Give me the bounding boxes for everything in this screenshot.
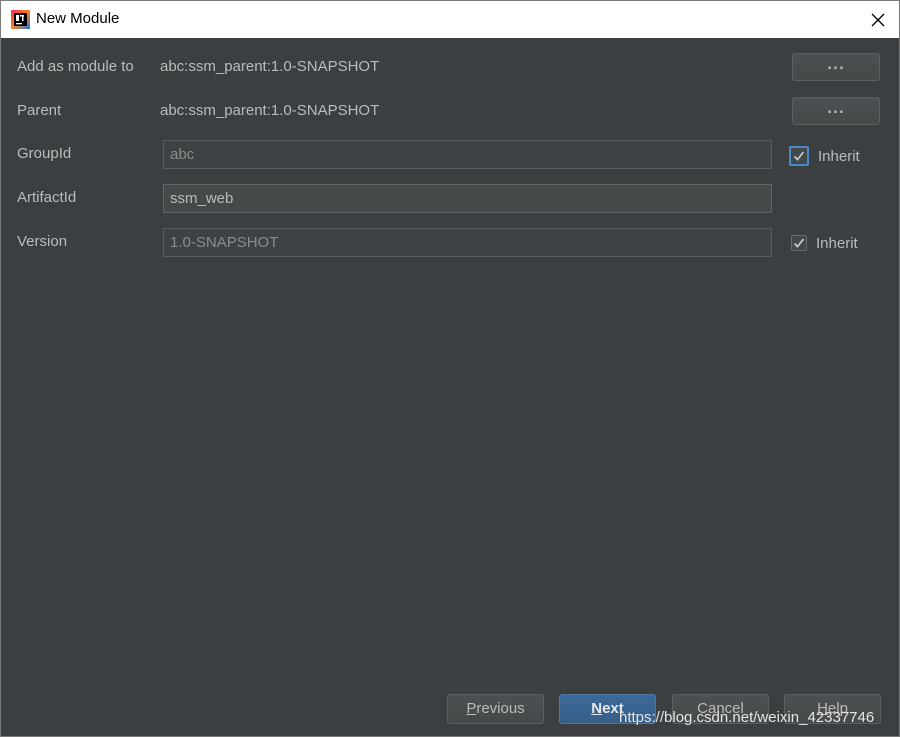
- group-id-label: GroupId: [17, 145, 72, 162]
- group-id-inherit-checkbox[interactable]: Inherit: [789, 146, 860, 166]
- version-inherit-label: Inherit: [816, 234, 858, 252]
- next-mnemonic: N: [591, 700, 603, 717]
- close-icon[interactable]: [865, 7, 891, 33]
- group-id-inherit-label: Inherit: [818, 147, 860, 165]
- parent-label: Parent: [17, 102, 62, 119]
- parent-browse-button[interactable]: ...: [792, 97, 880, 125]
- intellij-idea-icon: [11, 10, 30, 29]
- parent-value: abc:ssm_parent:1.0-SNAPSHOT: [160, 102, 380, 119]
- version-field[interactable]: 1.0-SNAPSHOT: [163, 228, 772, 257]
- add-as-module-to-value: abc:ssm_parent:1.0-SNAPSHOT: [160, 58, 380, 75]
- window-title: New Module: [36, 10, 120, 27]
- add-as-module-to-browse-button[interactable]: ...: [792, 53, 880, 81]
- artifact-id-label: ArtifactId: [17, 189, 77, 206]
- watermark-text: https://blog.csdn.net/weixin_42337746: [619, 709, 875, 726]
- new-module-dialog: New Module Add as module to abc:ssm_pare…: [0, 0, 900, 737]
- checkmark-icon: [791, 235, 807, 251]
- previous-label-rest: revious: [476, 700, 525, 717]
- previous-mnemonic: P: [466, 700, 477, 717]
- version-inherit-checkbox[interactable]: Inherit: [791, 233, 858, 253]
- previous-button[interactable]: Previous: [447, 694, 544, 724]
- add-as-module-to-label: Add as module to: [17, 58, 134, 75]
- title-bar: New Module: [1, 1, 899, 38]
- group-id-field[interactable]: abc: [163, 140, 772, 169]
- artifact-id-field[interactable]: ssm_web: [163, 184, 772, 213]
- checkmark-icon: [789, 146, 809, 166]
- version-label: Version: [17, 233, 68, 250]
